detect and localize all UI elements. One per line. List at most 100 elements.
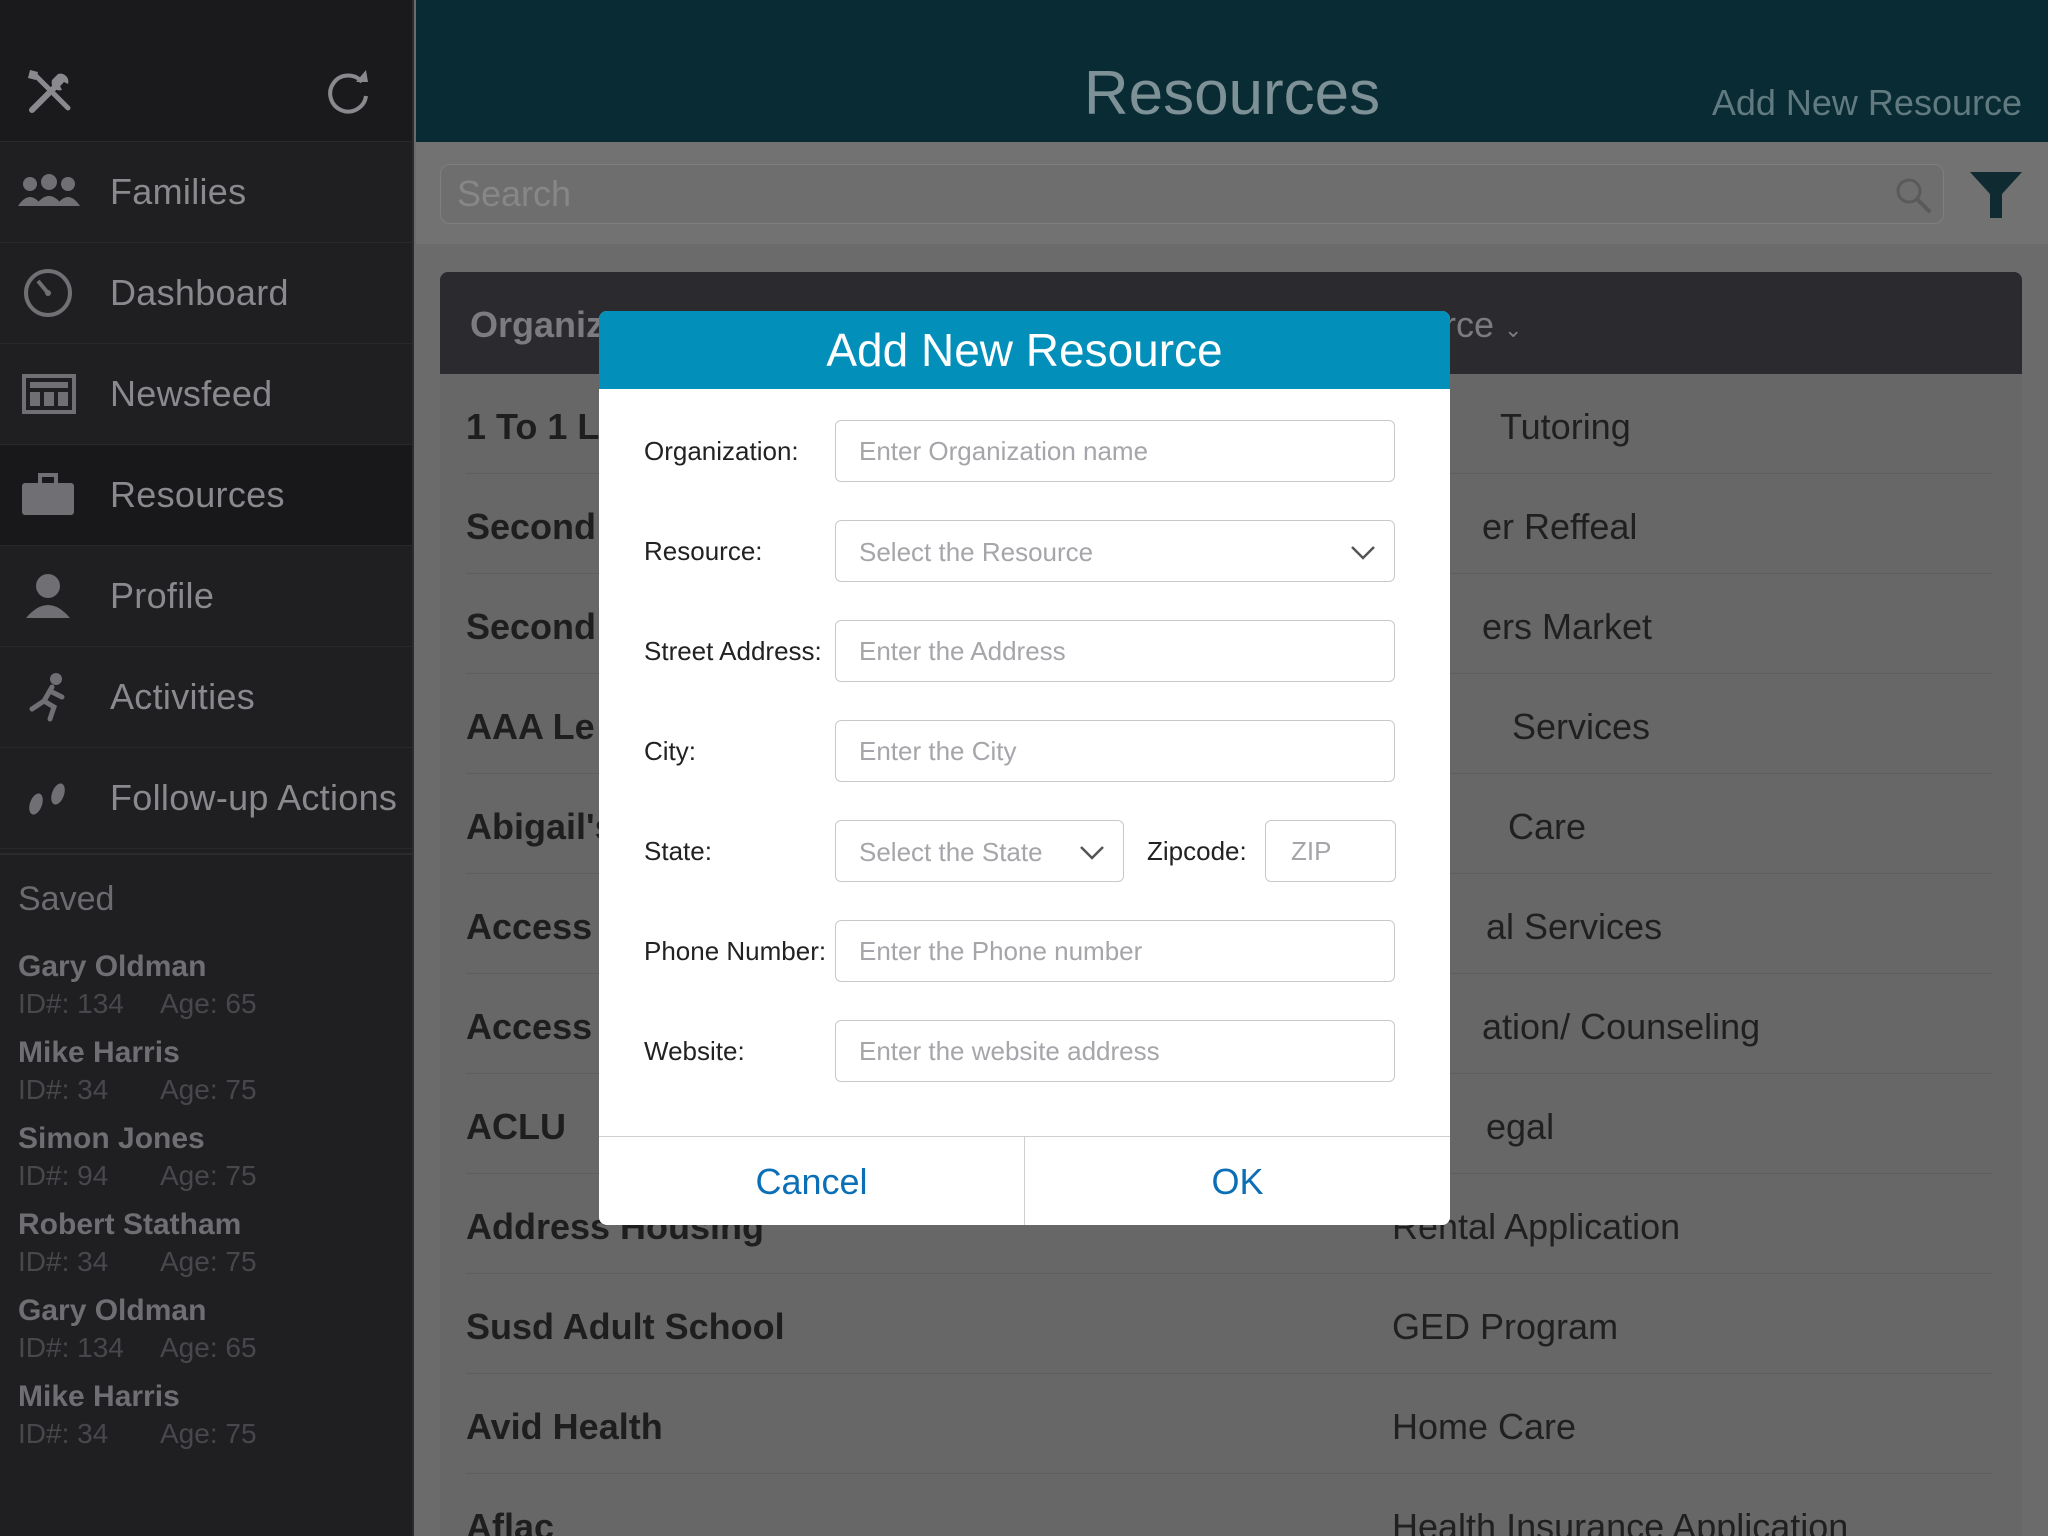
profile-icon <box>26 574 70 618</box>
city-row: City: <box>599 720 1450 782</box>
resource-cell: GED Program <box>1392 1306 1619 1347</box>
saved-person-name: Gary Oldman <box>18 1294 207 1327</box>
saved-person-name: Simon Jones <box>18 1122 205 1155</box>
sidebar-toolbar <box>0 0 412 142</box>
state-row: State: Select the State Zipcode: <box>599 820 1450 882</box>
saved-person[interactable]: Robert Statham ID#: 34 Age: 75 <box>18 1208 257 1278</box>
resource-row: Resource: Select the Resource <box>599 520 1450 582</box>
saved-person-name: Mike Harris <box>18 1380 180 1413</box>
sidebar-item-label: Profile <box>110 575 215 616</box>
zipcode-input[interactable] <box>1265 820 1396 882</box>
ok-button[interactable]: OK <box>1025 1137 1450 1225</box>
saved-person-name: Gary Oldman <box>18 950 207 983</box>
saved-person[interactable]: Mike Harris ID#: 34 Age: 75 <box>18 1380 257 1450</box>
sidebar-item-resources[interactable]: Resources <box>0 445 412 546</box>
zipcode-label: Zipcode: <box>1147 836 1247 866</box>
saved-person-meta: ID#: 34 Age: 75 <box>18 1418 257 1449</box>
search-bar <box>416 142 2048 244</box>
organization-cell: AAA Le <box>466 706 595 747</box>
saved-header: Saved <box>18 880 115 918</box>
saved-person[interactable]: Gary Oldman ID#: 134 Age: 65 <box>18 950 257 1020</box>
phone-input[interactable] <box>835 920 1395 982</box>
organization-cell: Abigail's <box>466 806 615 847</box>
saved-person-name: Mike Harris <box>18 1036 180 1069</box>
cancel-button[interactable]: Cancel <box>599 1137 1025 1225</box>
add-new-resource-link[interactable]: Add New Resource <box>1712 82 2022 124</box>
table-row[interactable]: Avid Health Home Care <box>466 1374 1992 1474</box>
table-row[interactable]: Susd Adult School GED Program <box>466 1274 1992 1374</box>
city-input[interactable] <box>835 720 1395 782</box>
resource-cell: ers Market <box>1482 606 1653 647</box>
divider <box>0 853 414 855</box>
organization-label: Organization: <box>644 436 799 466</box>
phone-row: Phone Number: <box>599 920 1450 982</box>
saved-person-meta: ID#: 34 Age: 75 <box>18 1246 257 1277</box>
dashboard-icon <box>24 269 72 317</box>
tools-icon[interactable] <box>24 66 76 118</box>
sidebar-item-families[interactable]: Families <box>0 142 412 243</box>
newsfeed-icon <box>22 374 76 414</box>
organization-cell: Aflac <box>466 1506 555 1536</box>
filter-icon[interactable] <box>1968 168 2024 224</box>
saved-person-meta: ID#: 34 Age: 75 <box>18 1074 257 1105</box>
dialog-header: Add New Resource <box>599 311 1450 389</box>
saved-person-meta: ID#: 94 Age: 75 <box>18 1160 257 1191</box>
saved-person[interactable]: Gary Oldman ID#: 134 Age: 65 <box>18 1294 257 1364</box>
phone-label: Phone Number: <box>644 936 827 966</box>
sidebar-item-label: Newsfeed <box>110 373 273 414</box>
organization-cell: ACLU <box>466 1106 566 1147</box>
street-label: Street Address: <box>644 636 822 666</box>
sidebar-item-follow-up[interactable]: Follow-up Actions <box>0 748 412 849</box>
resource-cell: er Reffeal <box>1482 506 1638 547</box>
dialog-footer: Cancel OK <box>599 1136 1450 1225</box>
saved-person-name: Robert Statham <box>18 1208 242 1241</box>
search-input[interactable] <box>440 164 1944 224</box>
organization-row: Organization: <box>599 420 1450 482</box>
search-icon[interactable] <box>1894 176 1932 214</box>
organization-cell: Access <box>466 906 593 947</box>
saved-person[interactable]: Mike Harris ID#: 34 Age: 75 <box>18 1036 257 1106</box>
sidebar-item-label: Activities <box>110 676 256 717</box>
organization-cell: Susd Adult School <box>466 1306 785 1347</box>
running-icon <box>29 673 65 722</box>
sidebar-item-newsfeed[interactable]: Newsfeed <box>0 344 412 445</box>
city-label: City: <box>644 736 696 766</box>
organization-cell: Avid Health <box>466 1406 663 1447</box>
resource-select[interactable]: Select the Resource <box>835 520 1395 582</box>
state-label: State: <box>644 836 712 866</box>
resource-cell: Care <box>1508 806 1587 847</box>
resource-cell: ation/ Counseling <box>1482 1006 1761 1047</box>
sidebar-item-label: Families <box>110 171 247 212</box>
table-row[interactable]: Aflac Health Insurance Application <box>466 1474 1992 1536</box>
briefcase-icon <box>22 473 74 515</box>
saved-person-meta: ID#: 134 Age: 65 <box>18 1332 257 1363</box>
organization-input[interactable] <box>835 420 1395 482</box>
column-header-organization[interactable]: Organiz <box>470 304 604 346</box>
resource-cell: Services <box>1512 706 1651 747</box>
chevron-down-icon <box>1080 846 1104 860</box>
website-label: Website: <box>644 1036 745 1066</box>
sidebar-item-dashboard[interactable]: Dashboard <box>0 243 412 344</box>
sidebar-item-activities[interactable]: Activities <box>0 647 412 748</box>
organization-cell: Second <box>466 606 597 647</box>
resource-cell: al Services <box>1486 906 1663 947</box>
saved-person-meta: ID#: 134 Age: 65 <box>18 988 257 1019</box>
top-bar: Resources Add New Resource <box>416 0 2048 142</box>
sidebar-item-label: Follow-up Actions <box>110 777 398 818</box>
refresh-icon[interactable] <box>322 66 374 118</box>
resource-select-value: Select the Resource <box>859 537 1094 567</box>
state-select[interactable]: Select the State <box>835 820 1124 882</box>
sidebar: Families Dashboard Newsfeed Resources Pr… <box>0 0 414 1536</box>
website-row: Website: <box>599 1020 1450 1082</box>
website-input[interactable] <box>835 1020 1395 1082</box>
saved-person[interactable]: Simon Jones ID#: 94 Age: 75 <box>18 1122 257 1192</box>
add-resource-dialog: Add New Resource Organization: Resource:… <box>599 311 1450 1225</box>
dialog-title: Add New Resource <box>826 324 1223 376</box>
street-address-input[interactable] <box>835 620 1395 682</box>
organization-cell: 1 To 1 L <box>466 406 600 447</box>
sidebar-item-profile[interactable]: Profile <box>0 546 412 647</box>
street-row: Street Address: <box>599 620 1450 682</box>
chevron-down-icon <box>1351 546 1375 560</box>
state-select-value: Select the State <box>859 837 1043 867</box>
sidebar-item-label: Resources <box>110 474 285 515</box>
